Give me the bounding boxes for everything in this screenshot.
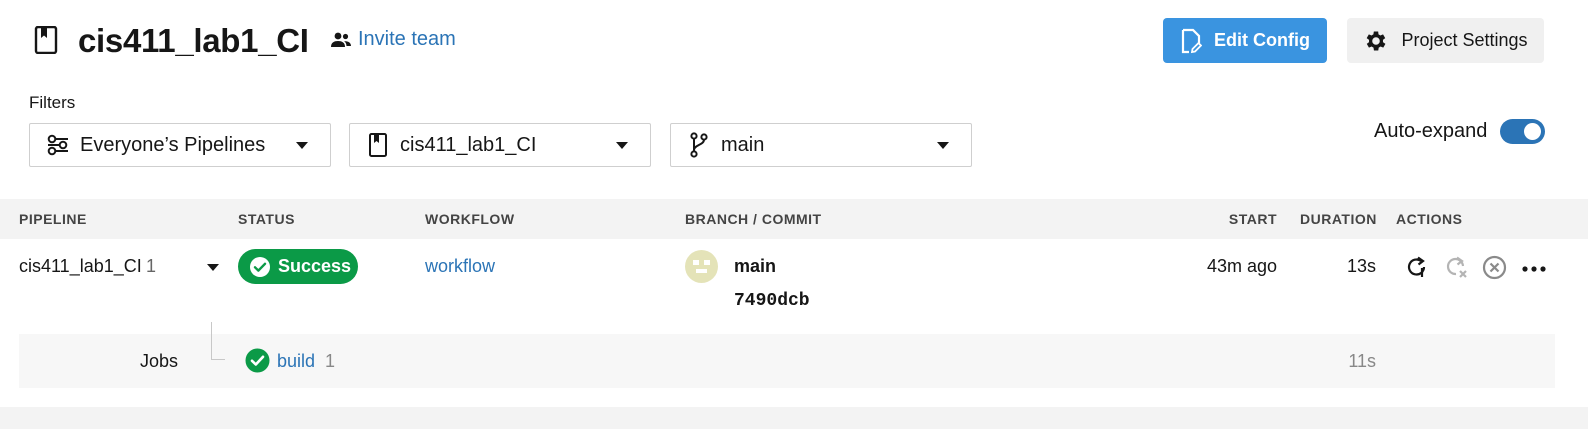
start-time: 43m ago bbox=[1206, 256, 1277, 276]
check-circle-icon bbox=[250, 256, 270, 277]
pipeline-name: cis411_lab1_CI bbox=[19, 256, 142, 276]
filter-sliders-icon bbox=[46, 133, 70, 157]
file-edit-icon bbox=[1181, 28, 1202, 53]
job-link-build[interactable]: build bbox=[277, 351, 315, 372]
chevron-down-icon bbox=[616, 142, 628, 149]
branch-filter-dropdown[interactable]: main bbox=[670, 123, 972, 167]
pipeline-number: 1 bbox=[146, 256, 157, 276]
job-duration: 11s bbox=[1348, 351, 1376, 371]
duration: 13s bbox=[1346, 256, 1376, 276]
column-header-duration: DURATION bbox=[1300, 211, 1377, 227]
auto-expand-toggle[interactable] bbox=[1500, 119, 1545, 144]
git-branch-icon bbox=[687, 132, 711, 158]
project-book-icon bbox=[34, 26, 58, 54]
column-header-pipeline: PIPELINE bbox=[19, 211, 87, 227]
edit-config-button[interactable]: Edit Config bbox=[1163, 18, 1327, 63]
auto-expand-label: Auto-expand bbox=[1374, 120, 1488, 142]
footer-divider bbox=[0, 407, 1588, 429]
column-header-branch-commit: BRANCH / COMMIT bbox=[685, 211, 822, 227]
branch-name: main bbox=[734, 256, 777, 276]
job-number: 1 bbox=[325, 351, 336, 371]
branch-filter-value: main bbox=[721, 133, 765, 156]
column-header-start: START bbox=[1228, 211, 1277, 227]
tree-connector bbox=[211, 322, 225, 360]
column-header-status: STATUS bbox=[238, 211, 295, 227]
pipelines-filter-value: Everyone’s Pipelines bbox=[80, 133, 266, 156]
chevron-down-icon bbox=[296, 142, 308, 149]
edit-config-label: Edit Config bbox=[1214, 30, 1310, 50]
column-header-workflow: WORKFLOW bbox=[425, 211, 515, 227]
workflow-link[interactable]: workflow bbox=[425, 256, 495, 277]
avatar bbox=[685, 250, 718, 283]
invite-team-link[interactable]: Invite team bbox=[330, 28, 456, 51]
more-options-icon[interactable] bbox=[1522, 265, 1546, 273]
project-filter-dropdown[interactable]: cis411_lab1_CI bbox=[349, 123, 651, 167]
column-header-actions: ACTIONS bbox=[1396, 211, 1463, 227]
toggle-knob bbox=[1524, 123, 1541, 140]
job-success-icon bbox=[245, 348, 270, 373]
page-header: cis411_lab1_CI Invite team Edit Config P… bbox=[0, 0, 1588, 80]
rerun-failed-icon[interactable] bbox=[1444, 255, 1470, 281]
chevron-down-icon bbox=[937, 142, 949, 149]
page-title: cis411_lab1_CI bbox=[78, 22, 309, 59]
cancel-circle-icon[interactable] bbox=[1482, 255, 1507, 280]
expand-row-chevron-icon[interactable] bbox=[207, 264, 219, 271]
project-book-icon bbox=[366, 133, 390, 157]
status-label: Success bbox=[278, 256, 352, 276]
invite-team-label: Invite team bbox=[358, 28, 456, 50]
filters-label: Filters bbox=[29, 93, 76, 112]
pipelines-filter-dropdown[interactable]: Everyone’s Pipelines bbox=[29, 123, 331, 167]
gear-icon bbox=[1367, 30, 1386, 51]
commit-hash[interactable]: 7490dcb bbox=[734, 291, 810, 311]
rerun-icon[interactable] bbox=[1405, 255, 1429, 279]
status-badge: Success bbox=[238, 249, 358, 284]
project-settings-label: Project Settings bbox=[1401, 30, 1528, 50]
table-header: PIPELINE STATUS WORKFLOW BRANCH / COMMIT… bbox=[0, 199, 1588, 239]
project-filter-value: cis411_lab1_CI bbox=[400, 133, 537, 156]
project-settings-button[interactable]: Project Settings bbox=[1347, 18, 1544, 63]
people-icon bbox=[331, 32, 351, 47]
jobs-label: Jobs bbox=[140, 351, 179, 371]
